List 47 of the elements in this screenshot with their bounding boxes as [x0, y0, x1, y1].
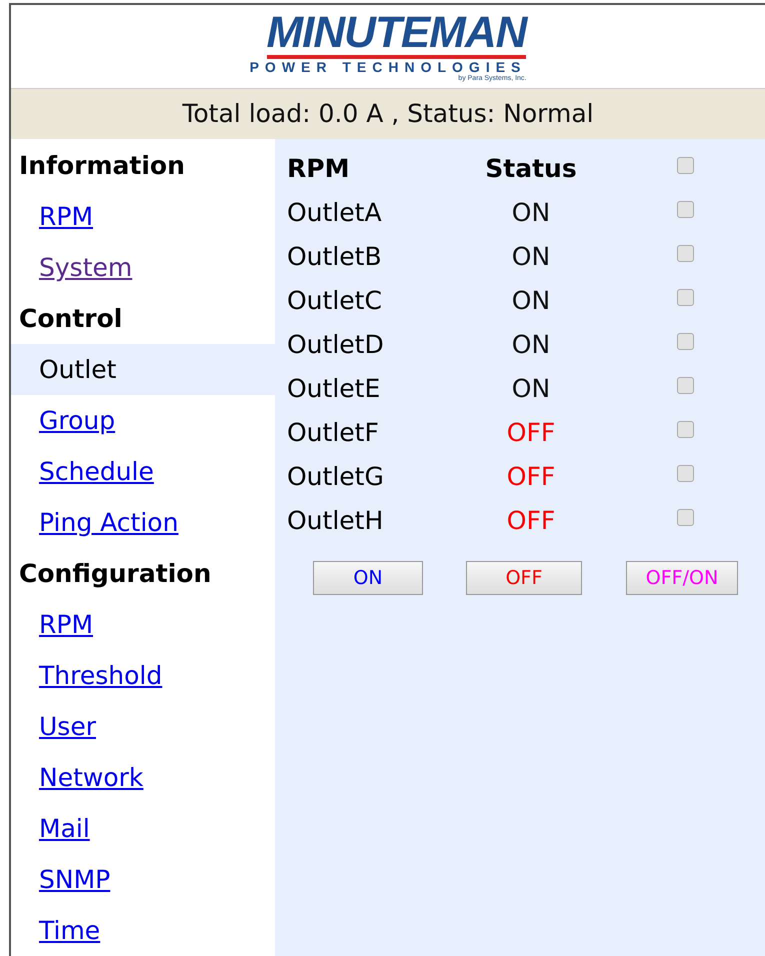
sidebar-link[interactable]: Schedule — [39, 452, 154, 490]
outlet-name: OutletB — [287, 242, 382, 272]
outlet-status: ON — [512, 198, 550, 228]
logo-brand: MINUTEMAN — [266, 10, 526, 59]
checkbox[interactable] — [676, 244, 694, 262]
outlet-status: ON — [512, 242, 550, 272]
outlet-status: ON — [512, 286, 550, 316]
checkbox[interactable] — [676, 420, 694, 438]
sidebar-link[interactable]: Network — [39, 758, 144, 796]
sidebar-link[interactable]: System — [39, 248, 132, 286]
section-heading: Information — [18, 150, 185, 182]
outlet-name: OutletA — [287, 198, 382, 228]
action-button[interactable]: ON — [313, 561, 423, 595]
outlet-name: OutletF — [287, 418, 379, 448]
outlet-name: OutletH — [287, 506, 384, 536]
outlet-name: OutletC — [287, 286, 382, 316]
checkbox[interactable] — [676, 332, 694, 350]
checkbox[interactable] — [676, 200, 694, 218]
checkbox[interactable] — [676, 376, 694, 394]
outlet-status: ON — [512, 330, 550, 360]
outlet-status: OFF — [506, 462, 556, 492]
section-heading: Control — [18, 302, 122, 335]
outlet-name: OutletG — [287, 462, 384, 492]
checkbox[interactable] — [676, 508, 694, 526]
sidebar-item[interactable]: Outlet — [11, 344, 275, 395]
column-header: RPM — [287, 154, 350, 184]
outlet-status: OFF — [506, 506, 556, 536]
logo-tagline: POWER TECHNOLOGIES — [250, 58, 526, 75]
outlet-name: OutletE — [287, 374, 380, 404]
sidebar-link[interactable]: User — [39, 708, 96, 746]
sidebar-link[interactable]: Threshold — [39, 656, 162, 694]
sidebar-link[interactable]: SNMP — [39, 860, 110, 898]
sidebar-link[interactable]: Time — [39, 912, 100, 950]
sidebar-link[interactable]: Group — [39, 402, 116, 440]
checkbox[interactable] — [676, 464, 694, 482]
checkbox[interactable] — [676, 156, 694, 174]
status-bar: Total load: 0.0 A , Status: Normal — [11, 89, 765, 139]
outlet-name: OutletD — [287, 330, 384, 360]
section-heading: Configuration — [18, 558, 212, 590]
outlet-status: OFF — [506, 418, 556, 448]
column-header: Status — [485, 154, 577, 184]
sidebar-link[interactable]: Mail — [39, 810, 90, 848]
checkbox[interactable] — [676, 288, 694, 306]
sidebar-link[interactable]: RPM — [39, 198, 94, 236]
outlet-status: ON — [512, 374, 550, 404]
sidebar-link[interactable]: Ping Action — [39, 504, 178, 542]
sidebar-link[interactable]: RPM — [39, 606, 94, 644]
